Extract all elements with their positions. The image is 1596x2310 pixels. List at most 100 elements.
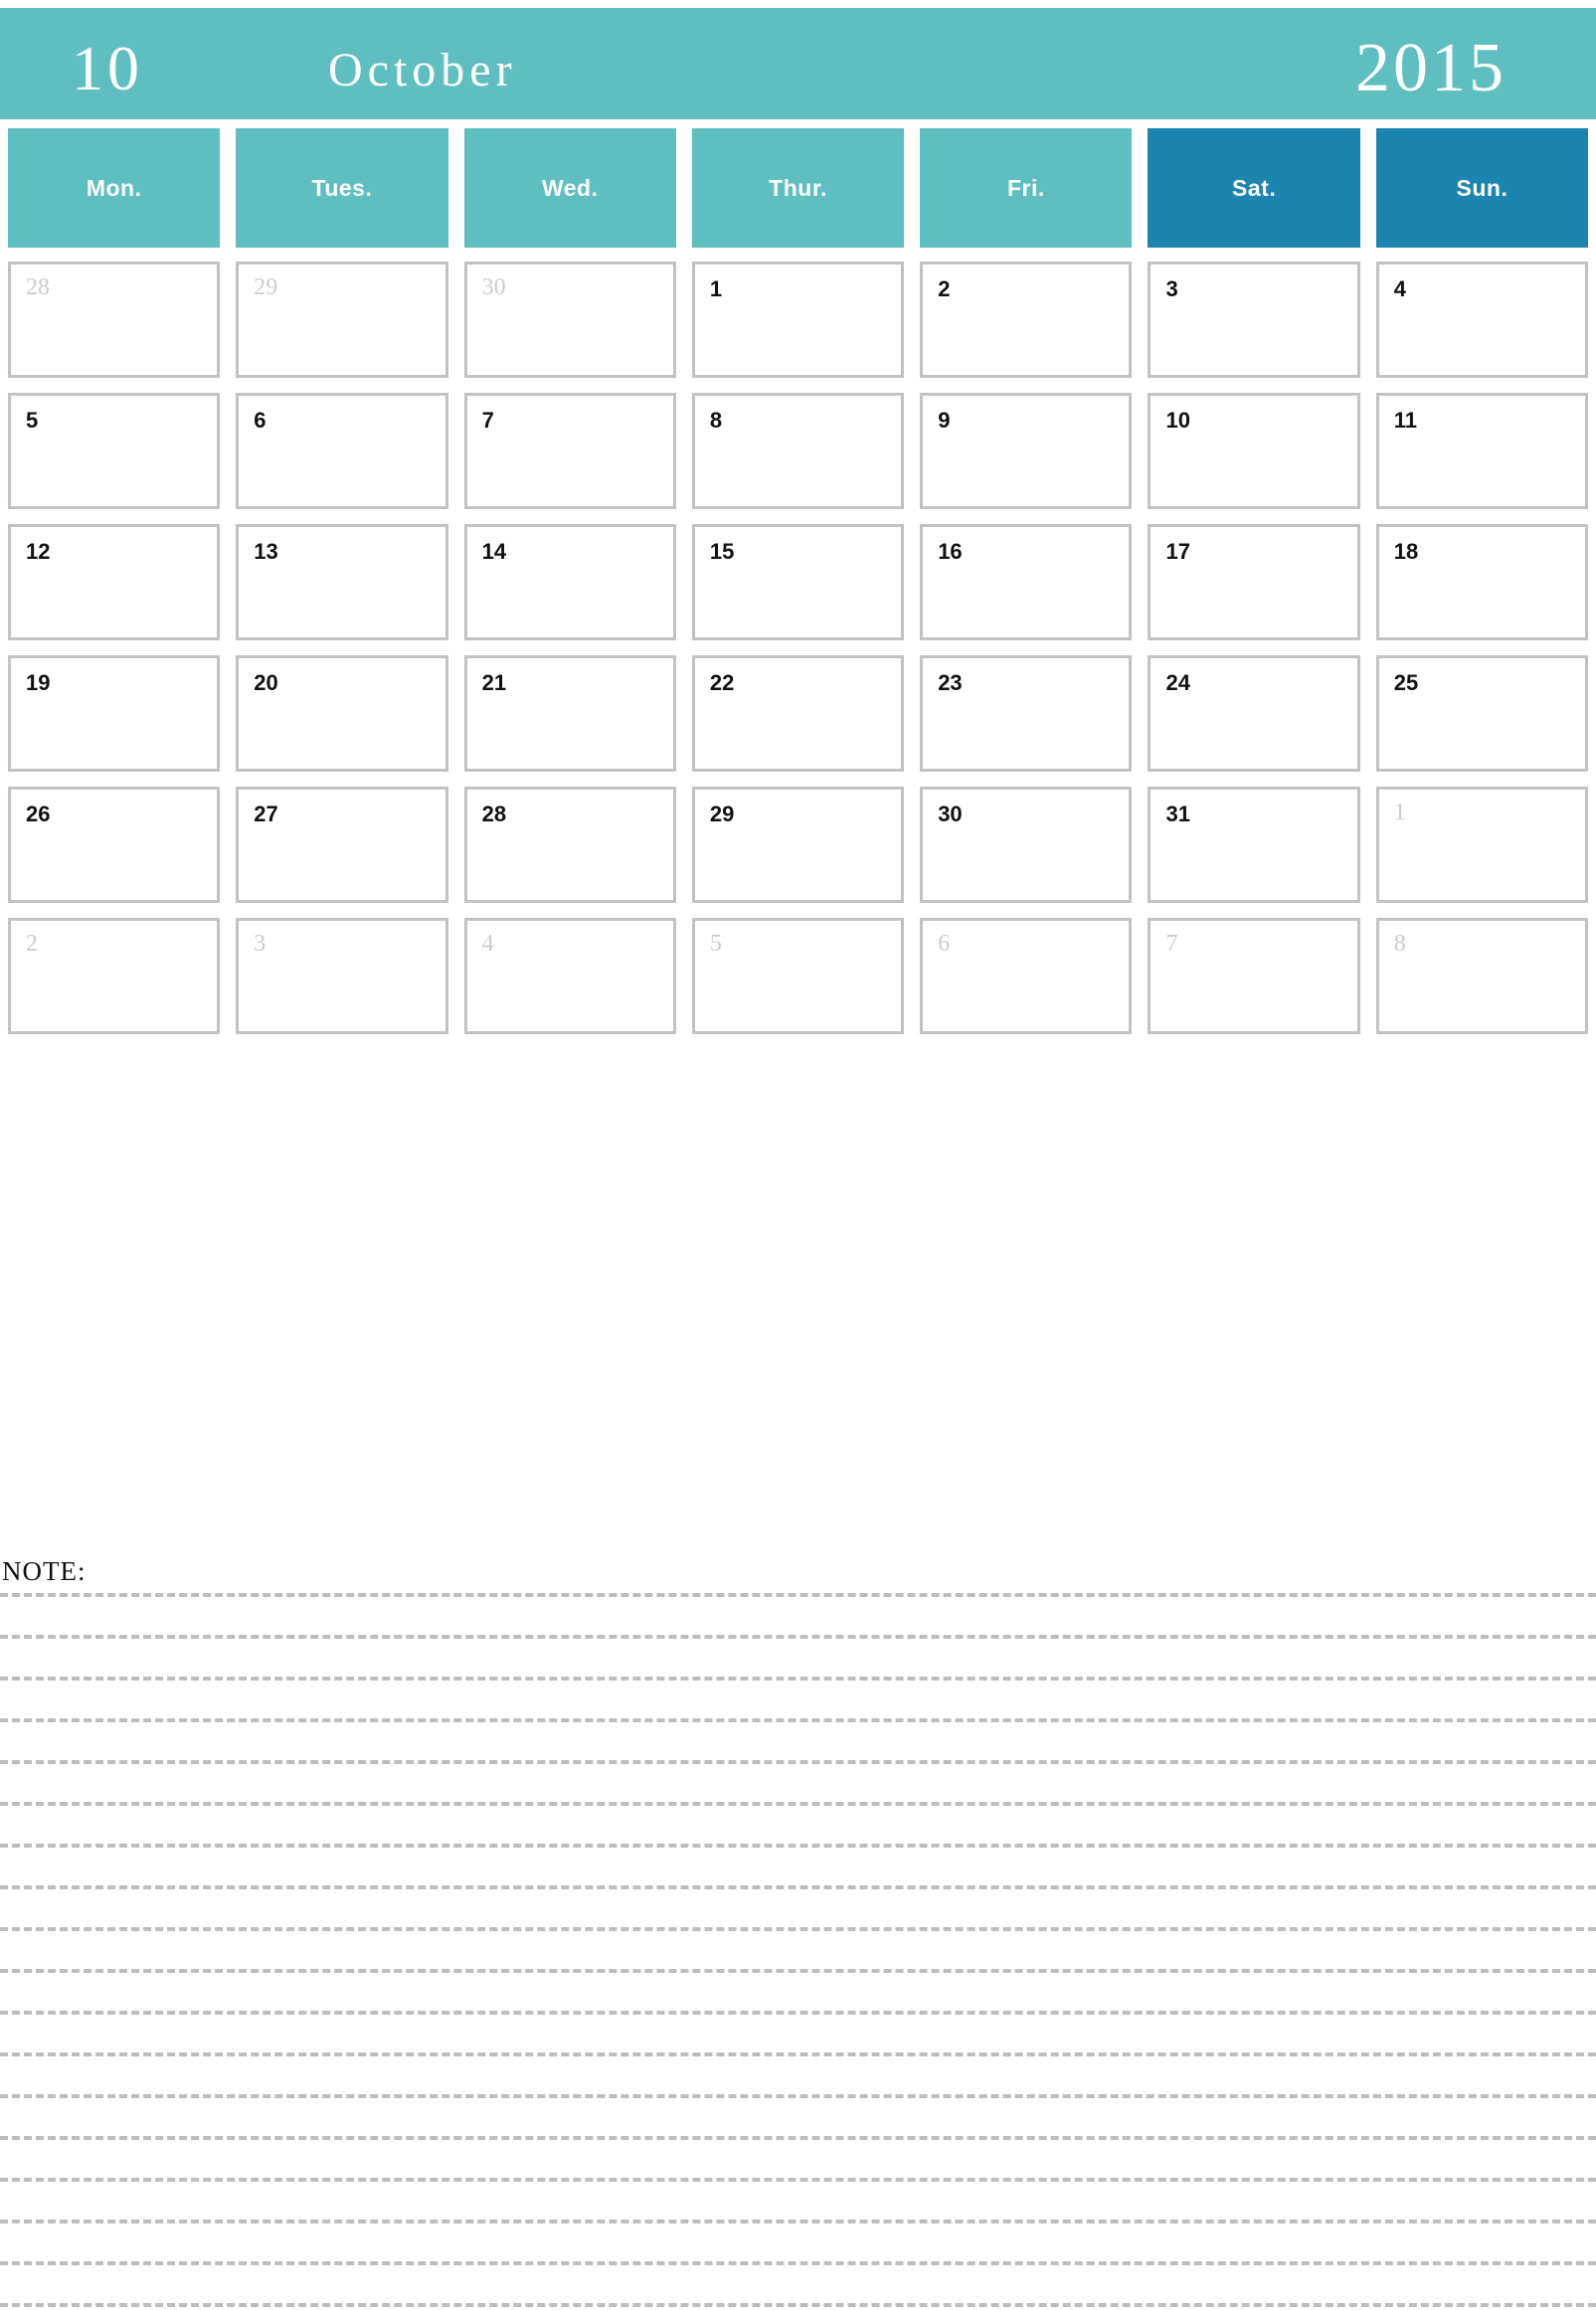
weekday-header-label: Fri. xyxy=(920,128,1133,248)
day-cell[interactable]: 28 xyxy=(463,787,676,903)
day-cell[interactable]: 12 xyxy=(8,524,221,640)
day-cell-wrapper: 6 xyxy=(228,393,455,509)
day-cell-other-month[interactable]: 29 xyxy=(236,262,448,378)
note-lines[interactable] xyxy=(0,1553,1596,2310)
day-cell[interactable]: 13 xyxy=(236,524,448,640)
note-line[interactable] xyxy=(0,2094,1596,2098)
note-line[interactable] xyxy=(0,2303,1596,2307)
day-number: 27 xyxy=(254,801,278,826)
day-cell-other-month[interactable]: 6 xyxy=(920,918,1133,1034)
day-cell-other-month[interactable]: 7 xyxy=(1148,918,1360,1034)
weekday-header-label: Mon. xyxy=(8,128,221,248)
day-number: 28 xyxy=(481,801,507,826)
day-cell-wrapper: 20 xyxy=(228,655,455,772)
day-cell[interactable]: 9 xyxy=(920,393,1133,509)
day-cell[interactable]: 10 xyxy=(1148,393,1360,509)
day-cell[interactable]: 31 xyxy=(1148,787,1360,903)
day-cell[interactable]: 7 xyxy=(463,393,676,509)
day-cell[interactable]: 3 xyxy=(1148,262,1360,378)
day-cell[interactable]: 15 xyxy=(691,524,905,640)
day-cell[interactable]: 27 xyxy=(236,787,448,903)
day-cell-wrapper: 5 xyxy=(0,393,228,509)
day-cell[interactable]: 2 xyxy=(920,262,1133,378)
note-line[interactable] xyxy=(0,1802,1596,1806)
day-cell[interactable]: 18 xyxy=(1375,524,1589,640)
day-number: 29 xyxy=(709,801,735,826)
day-number: 15 xyxy=(709,539,735,564)
note-line[interactable] xyxy=(0,2136,1596,2140)
day-cell-wrapper: 8 xyxy=(1368,918,1596,1034)
day-cell-other-month[interactable]: 5 xyxy=(691,918,905,1034)
day-cell[interactable]: 23 xyxy=(920,655,1133,772)
day-cell[interactable]: 29 xyxy=(691,787,905,903)
day-cell[interactable]: 22 xyxy=(691,655,905,772)
weekday-header-label: Sat. xyxy=(1148,128,1360,248)
day-cell[interactable]: 14 xyxy=(463,524,676,640)
day-cell-wrapper: 2 xyxy=(0,918,228,1034)
note-line[interactable] xyxy=(0,2220,1596,2223)
day-cell[interactable]: 8 xyxy=(691,393,905,509)
day-number: 17 xyxy=(1165,539,1190,564)
day-cell-other-month[interactable]: 28 xyxy=(8,262,221,378)
note-line[interactable] xyxy=(0,2052,1596,2056)
note-line[interactable] xyxy=(0,1969,1596,1973)
day-number: 9 xyxy=(938,408,951,433)
day-cell-other-month[interactable]: 30 xyxy=(463,262,676,378)
day-number: 14 xyxy=(481,539,507,564)
day-cell-wrapper: 15 xyxy=(684,524,912,640)
day-cell-wrapper: 2 xyxy=(912,262,1140,378)
day-cell-wrapper: 22 xyxy=(684,655,912,772)
day-cell[interactable]: 26 xyxy=(8,787,221,903)
day-cell-wrapper: 18 xyxy=(1368,524,1596,640)
note-line[interactable] xyxy=(0,1718,1596,1722)
day-cell[interactable]: 20 xyxy=(236,655,448,772)
note-line[interactable] xyxy=(0,1593,1596,1597)
day-number: 1 xyxy=(709,276,723,301)
day-cell[interactable]: 24 xyxy=(1148,655,1360,772)
note-line[interactable] xyxy=(0,1927,1596,1931)
day-cell[interactable]: 1 xyxy=(691,262,905,378)
day-cell[interactable]: 16 xyxy=(920,524,1133,640)
weekday-header-cell-tues: Tues. xyxy=(228,128,455,248)
note-line[interactable] xyxy=(0,2178,1596,2182)
day-cell[interactable]: 11 xyxy=(1375,393,1589,509)
day-cell-other-month[interactable]: 1 xyxy=(1375,787,1589,903)
day-cell-wrapper: 29 xyxy=(228,262,455,378)
day-cell-wrapper: 27 xyxy=(228,787,455,903)
weekday-header-label: Sun. xyxy=(1375,128,1589,248)
note-line[interactable] xyxy=(0,2011,1596,2015)
day-cell-other-month[interactable]: 8 xyxy=(1375,918,1589,1034)
day-cell-other-month[interactable]: 4 xyxy=(463,918,676,1034)
day-cell[interactable]: 25 xyxy=(1375,655,1589,772)
note-line[interactable] xyxy=(0,1635,1596,1639)
day-cell[interactable]: 30 xyxy=(920,787,1133,903)
day-cell-other-month[interactable]: 3 xyxy=(236,918,448,1034)
note-section: NOTE: xyxy=(0,1553,1596,2310)
day-cell-wrapper: 7 xyxy=(1140,918,1367,1034)
day-number: 2 xyxy=(26,931,38,957)
day-number: 4 xyxy=(1393,276,1407,301)
day-cell[interactable]: 17 xyxy=(1148,524,1360,640)
note-line[interactable] xyxy=(0,1844,1596,1848)
calendar-week-row: 19 20 21 22 23 24 25 xyxy=(0,655,1596,772)
calendar-week-row: 12 13 14 15 16 17 18 xyxy=(0,524,1596,640)
day-cell[interactable]: 19 xyxy=(8,655,221,772)
day-cell[interactable]: 4 xyxy=(1375,262,1589,378)
weekday-header-row: Mon. Tues. Wed. Thur. Fri. Sat. Sun. xyxy=(0,128,1596,248)
day-number: 16 xyxy=(938,539,963,564)
day-cell[interactable]: 6 xyxy=(236,393,448,509)
day-cell-wrapper: 31 xyxy=(1140,787,1367,903)
header-year: 2015 xyxy=(1355,30,1507,106)
note-line[interactable] xyxy=(0,1885,1596,1889)
day-cell-wrapper: 3 xyxy=(1140,262,1367,378)
note-line[interactable] xyxy=(0,1760,1596,1764)
weekday-header-cell-mon: Mon. xyxy=(0,128,228,248)
note-line[interactable] xyxy=(0,2261,1596,2265)
day-cell-wrapper: 5 xyxy=(684,918,912,1034)
day-number: 1 xyxy=(1393,800,1406,825)
day-cell[interactable]: 5 xyxy=(8,393,221,509)
day-cell-wrapper: 12 xyxy=(0,524,228,640)
day-cell[interactable]: 21 xyxy=(463,655,676,772)
note-line[interactable] xyxy=(0,1677,1596,1681)
day-cell-other-month[interactable]: 2 xyxy=(8,918,221,1034)
